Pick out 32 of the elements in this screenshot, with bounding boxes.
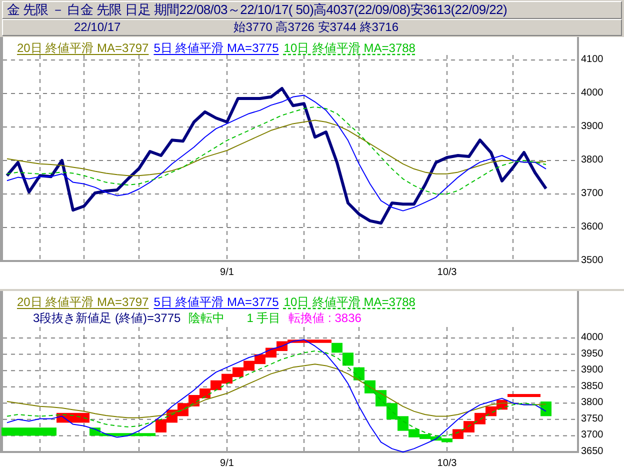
y-axis-label: 3950	[581, 348, 604, 360]
status-label: 陰転中	[188, 310, 225, 327]
y-axis-label: 3750	[581, 413, 604, 424]
y-axis-label: 4100	[581, 55, 604, 65]
y-axis-label: 3900	[581, 121, 604, 132]
y-axis-label: 3700	[581, 188, 604, 199]
legend-label: 5日 終値平滑 MA=3775	[154, 295, 279, 309]
y-axis-label: 4000	[581, 332, 604, 343]
status-label: 1 手目	[246, 310, 281, 327]
y-axis-label: 3500	[581, 255, 604, 266]
legend-label: 20日 終値平滑 MA=3797	[17, 295, 149, 309]
x-axis-label: 9/1	[220, 267, 234, 278]
legend-label: 10日 終値平滑 MA=3788	[284, 295, 416, 309]
y-axis-label: 3700	[581, 430, 604, 441]
x-axis-label: 10/3	[437, 458, 457, 469]
ohlc-label: 始3770 高3726 安3744 終3716	[234, 20, 399, 35]
date-label: 22/10/17	[74, 20, 121, 35]
y-axis-label: 3600	[581, 222, 604, 232]
y-axis-label: 3800	[581, 154, 604, 166]
legend-label: 20日 終値平滑 MA=3797	[17, 41, 149, 55]
title-bar: 金 先限 － 白金 先限 日足 期間22/08/03～22/10/17( 50)高4037(22/09/08)安3613(22/09/22)	[2, 1, 622, 19]
y-axis-label: 3800	[581, 397, 604, 408]
status-label: 転換値 : 3836	[288, 310, 362, 327]
status-label: 3段抜き新値足 (終値)=3775	[33, 310, 181, 327]
y-axis-label: 3850	[581, 380, 604, 392]
legend-label: 5日 終値平滑 MA=3775	[154, 41, 279, 55]
legend-label: 10日 終値平滑 MA=3788	[284, 41, 416, 55]
x-axis-label: 9/1	[220, 458, 234, 469]
y-axis-label: 3650	[581, 446, 604, 457]
y-axis-label: 3900	[581, 364, 604, 376]
y-axis-label: 4000	[581, 88, 604, 98]
x-axis-label: 10/3	[437, 267, 457, 278]
